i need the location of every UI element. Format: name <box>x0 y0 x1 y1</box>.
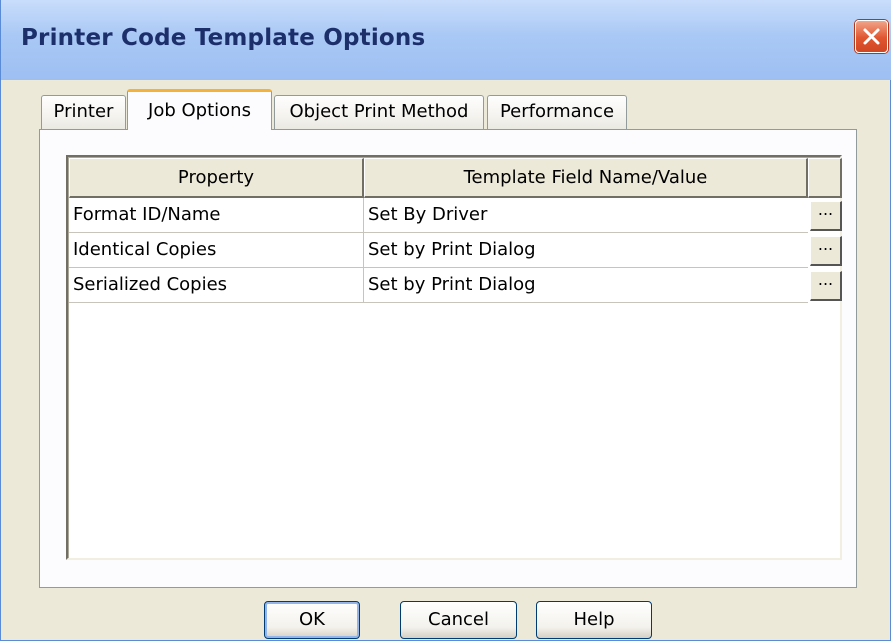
property-grid: Property Template Field Name/Value Forma… <box>66 155 842 560</box>
cell-text: Identical Copies <box>73 239 217 260</box>
cell-text: Serialized Copies <box>73 274 228 295</box>
table-row-value[interactable]: Set by Print Dialog <box>364 233 808 268</box>
ok-button[interactable]: OK <box>264 601 360 639</box>
table-row-property[interactable]: Serialized Copies <box>69 268 364 303</box>
tab-label: Performance <box>499 101 615 122</box>
column-header-property[interactable]: Property <box>69 158 364 198</box>
header-label: Property <box>177 167 255 188</box>
cell-text: Set by Print Dialog <box>368 239 536 260</box>
tab-label: Printer <box>53 101 114 122</box>
title-bar[interactable]: Printer Code Template Options <box>1 0 891 80</box>
browse-button[interactable]: ... <box>810 236 842 266</box>
dialog-title: Printer Code Template Options <box>21 25 426 51</box>
tab-printer[interactable]: Printer <box>41 95 126 130</box>
table-row-property[interactable]: Identical Copies <box>69 233 364 268</box>
tab-label: Object Print Method <box>289 101 469 122</box>
column-header-button <box>808 158 842 198</box>
help-button[interactable]: Help <box>536 601 652 639</box>
tab-performance[interactable]: Performance <box>487 95 627 130</box>
close-button[interactable] <box>855 20 888 53</box>
tab-object-print-method[interactable]: Object Print Method <box>274 95 484 130</box>
table-row-property[interactable]: Format ID/Name <box>69 198 364 233</box>
cell-text: Set by Print Dialog <box>368 274 536 295</box>
column-header-value[interactable]: Template Field Name/Value <box>364 158 808 198</box>
dialog-window: Printer Code Template Options Printer Jo… <box>0 0 891 641</box>
table-row-value[interactable]: Set By Driver <box>364 198 808 233</box>
tab-label: Job Options <box>148 100 251 121</box>
cell-text: Format ID/Name <box>73 204 221 225</box>
browse-button[interactable]: ... <box>810 271 842 301</box>
header-label: Template Field Name/Value <box>463 167 708 188</box>
table-row-value[interactable]: Set by Print Dialog <box>364 268 808 303</box>
close-icon <box>863 28 880 45</box>
cancel-button[interactable]: Cancel <box>400 601 517 639</box>
cell-text: Set By Driver <box>368 204 488 225</box>
tab-job-options[interactable]: Job Options <box>127 89 272 130</box>
browse-button[interactable]: ... <box>810 201 842 231</box>
